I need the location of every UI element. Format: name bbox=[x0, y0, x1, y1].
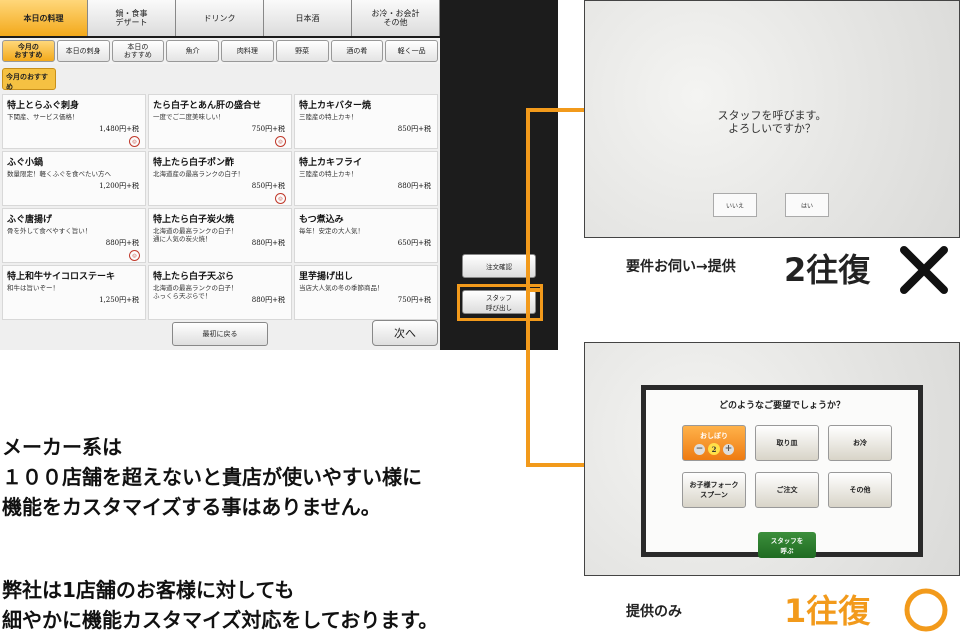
subtab-vegetables[interactable]: 野菜 bbox=[275, 40, 329, 62]
recommend-stamp-icon: ◎ bbox=[129, 250, 140, 261]
item-desc: 一度でご二度美味しい！ bbox=[153, 113, 225, 121]
subtab-meat[interactable]: 肉料理 bbox=[221, 40, 274, 62]
item-price: 880円+税 bbox=[397, 182, 431, 190]
item-name: 特上和牛サイコロステーキ bbox=[7, 272, 116, 282]
item-desc: 和牛は旨いぞー！ bbox=[7, 284, 59, 292]
tab-todays-dishes[interactable]: 本日の料理 bbox=[0, 0, 88, 36]
option-oshibori[interactable]: おしぼり − 2 + bbox=[682, 425, 746, 461]
item-name: ふぐ小鍋 bbox=[7, 158, 44, 168]
menu-item[interactable]: 特上和牛サイコロステーキ 和牛は旨いぞー！ 1,250円+税 bbox=[2, 265, 146, 320]
item-price: 880円+税 bbox=[251, 296, 285, 304]
quantity-stepper: − 2 + bbox=[694, 443, 734, 455]
menu-panel: 今月のおすすめ 特上とらふぐ刺身 下関産、サービス価格！ 1,480円+税 ◎ たら白… bbox=[0, 64, 440, 350]
menu-item[interactable]: たら白子とあん肝の盛合せ 一度でご二度美味しい！ 750円+税 ◎ bbox=[148, 94, 292, 149]
caption-one-trip: 提供のみ bbox=[626, 604, 682, 620]
plus-icon[interactable]: + bbox=[723, 443, 734, 455]
circle-mark-icon bbox=[904, 588, 948, 632]
request-select-screen: どのようなご要望でしょうか？ おしぼり − 2 + 取り皿 お冷 お子様フォーク… bbox=[584, 342, 960, 576]
subtab-todays-sashimi[interactable]: 本日の刺身 bbox=[56, 40, 110, 62]
option-label: おしぼり bbox=[700, 431, 728, 440]
dialog-title: どのようなご要望でしょうか？ bbox=[718, 401, 845, 411]
item-price: 880円+税 bbox=[251, 239, 285, 247]
menu-item[interactable]: 特上カキバター焼 三陸産の特上カキ！ 850円+税 bbox=[294, 94, 438, 149]
item-name: ふぐ唐揚げ bbox=[7, 215, 53, 225]
menu-item[interactable]: 特上とらふぐ刺身 下関産、サービス価格！ 1,480円+税 ◎ bbox=[2, 94, 146, 149]
item-price: 750円+税 bbox=[251, 125, 285, 133]
subtab-seafood[interactable]: 魚介 bbox=[166, 40, 219, 62]
menu-item[interactable]: 特上たら白子ポン酢北海道産の最高ランクの白子！ 850円+税 ◎ bbox=[148, 151, 292, 206]
menu-item[interactable]: もつ煮込み毎年！安定の大人気！ 650円+税 bbox=[294, 208, 438, 263]
item-desc: 骨を外して食べやすく旨い！ bbox=[7, 227, 92, 235]
option-order[interactable]: ご注文 bbox=[755, 472, 819, 508]
menu-item[interactable]: ふぐ唐揚げ骨を外して食べやすく旨い！ 880円+税 ◎ bbox=[2, 208, 146, 263]
tab-hotpot-dessert[interactable]: 鍋・食事 デザート bbox=[88, 0, 176, 36]
option-plates[interactable]: 取り皿 bbox=[755, 425, 819, 461]
option-kids-cutlery[interactable]: お子様フォーク スプーン bbox=[682, 472, 746, 508]
item-name: 特上カキバター焼 bbox=[299, 101, 372, 111]
subtab-monthly-recommend[interactable]: 今月の おすすめ bbox=[2, 40, 55, 62]
caption-two-trips: 要件お伺い→提供 bbox=[626, 259, 736, 275]
item-price: 1,250円+税 bbox=[99, 296, 139, 304]
confirm-message: スタッフを呼びます。 よろしいですか？ bbox=[717, 109, 827, 135]
item-name: たら白子とあん肝の盛合せ bbox=[153, 101, 262, 111]
item-price: 1,480円+税 bbox=[99, 125, 139, 133]
order-check-button[interactable]: 注文確認 bbox=[462, 254, 536, 278]
option-water[interactable]: お冷 bbox=[828, 425, 892, 461]
item-name: 特上カキフライ bbox=[299, 158, 363, 168]
no-button[interactable]: いいえ bbox=[713, 193, 757, 217]
two-trips-label: 2往復 bbox=[784, 251, 871, 289]
menu-item[interactable]: 特上カキフライ 三陸産の特上カキ！ 880円+税 bbox=[294, 151, 438, 206]
company-explanation: 弊社は1店舗のお客様に対しても 細やかに機能カスタマイズ対応をしております。 bbox=[2, 578, 439, 632]
item-desc: 三陸産の特上カキ！ bbox=[299, 170, 358, 178]
minus-icon[interactable]: − bbox=[694, 443, 705, 455]
item-price: 880円+税 bbox=[105, 239, 139, 247]
cross-mark-icon bbox=[900, 246, 948, 294]
category-tabs: 本日の料理 鍋・食事 デザート ドリンク 日本酒 お冷・お会計 その他 bbox=[0, 0, 440, 36]
back-to-start-button[interactable]: 最初に戻る bbox=[172, 322, 268, 346]
recommend-stamp-icon: ◎ bbox=[275, 136, 286, 147]
tab-sake[interactable]: 日本酒 bbox=[264, 0, 352, 36]
item-name: 特上たら白子炭火焼 bbox=[153, 215, 235, 225]
sub-category-tabs: 今月の おすすめ 本日の刺身 本日の おすすめ 魚介 肉料理 野菜 酒の肴 軽く… bbox=[0, 38, 440, 64]
yes-button[interactable]: はい bbox=[785, 193, 829, 217]
subtab-light-dishes[interactable]: 軽く一品 bbox=[385, 40, 438, 62]
call-staff-button[interactable]: スタッフを 呼ぶ bbox=[758, 532, 816, 558]
item-price: 1,200円+税 bbox=[99, 182, 139, 190]
item-price: 650円+税 bbox=[397, 239, 431, 247]
maker-explanation: メーカー系は １００店舗を超えないと貴店が使いやすい様に 機能をカスタマイズする… bbox=[2, 435, 422, 519]
item-desc: 数量限定！軽くふぐを食べたい方へ bbox=[7, 170, 111, 178]
item-desc: 三陸産の特上カキ！ bbox=[299, 113, 358, 121]
menu-item[interactable]: 里芋揚げ出し当店大人気の冬の季節商品！ 750円+税 bbox=[294, 265, 438, 320]
tab-water-bill-other[interactable]: お冷・お会計 その他 bbox=[352, 0, 440, 36]
item-name: 特上たら白子ポン酢 bbox=[153, 158, 235, 168]
next-button[interactable]: 次へ bbox=[372, 320, 438, 346]
subtab-todays-recommend[interactable]: 本日の おすすめ bbox=[111, 40, 165, 62]
menu-item[interactable]: 特上たら白子天ぷら 北海道の最高ランクの白子！ ふっくら天ぷらで！ 880円+税 bbox=[148, 265, 292, 320]
subtab-snacks[interactable]: 酒の肴 bbox=[330, 40, 384, 62]
menu-grid: 特上とらふぐ刺身 下関産、サービス価格！ 1,480円+税 ◎ たら白子とあん肝の盛合… bbox=[2, 94, 438, 320]
item-price: 850円+税 bbox=[251, 182, 285, 190]
recommend-stamp-icon: ◎ bbox=[275, 193, 286, 204]
item-name: 特上たら白子天ぷら bbox=[153, 272, 235, 282]
menu-item[interactable]: ふぐ小鍋数量限定！軽くふぐを食べたい方へ 1,200円+税 bbox=[2, 151, 146, 206]
section-label: 今月のおすすめ bbox=[2, 68, 56, 91]
item-name: 里芋揚げ出し bbox=[299, 272, 354, 282]
one-trip-label: 1往復 bbox=[784, 592, 871, 630]
item-desc: 下関産、サービス価格！ bbox=[7, 113, 79, 121]
tab-drinks[interactable]: ドリンク bbox=[176, 0, 264, 36]
item-name: 特上とらふぐ刺身 bbox=[7, 101, 80, 111]
item-desc: 当店大人気の冬の季節商品！ bbox=[299, 284, 384, 292]
confirm-call-screen: スタッフを呼びます。 よろしいですか？ いいえ はい bbox=[584, 0, 960, 238]
item-name: もつ煮込み bbox=[299, 215, 344, 225]
staff-call-highlight bbox=[457, 284, 543, 321]
item-price: 750円+税 bbox=[397, 296, 431, 304]
recommend-stamp-icon: ◎ bbox=[129, 136, 140, 147]
option-other[interactable]: その他 bbox=[828, 472, 892, 508]
item-price: 850円+税 bbox=[397, 125, 431, 133]
menu-item[interactable]: 特上たら白子炭火焼 北海道の最高ランクの白子！ 通に人気の炭火焼！ 880円+税 bbox=[148, 208, 292, 263]
quantity-value: 2 bbox=[708, 443, 720, 455]
item-desc: 北海道産の最高ランクの白子！ bbox=[153, 170, 244, 178]
request-dialog: どのようなご要望でしょうか？ おしぼり − 2 + 取り皿 お冷 お子様フォーク… bbox=[641, 385, 923, 558]
item-desc: 毎年！安定の大人気！ bbox=[299, 227, 364, 235]
